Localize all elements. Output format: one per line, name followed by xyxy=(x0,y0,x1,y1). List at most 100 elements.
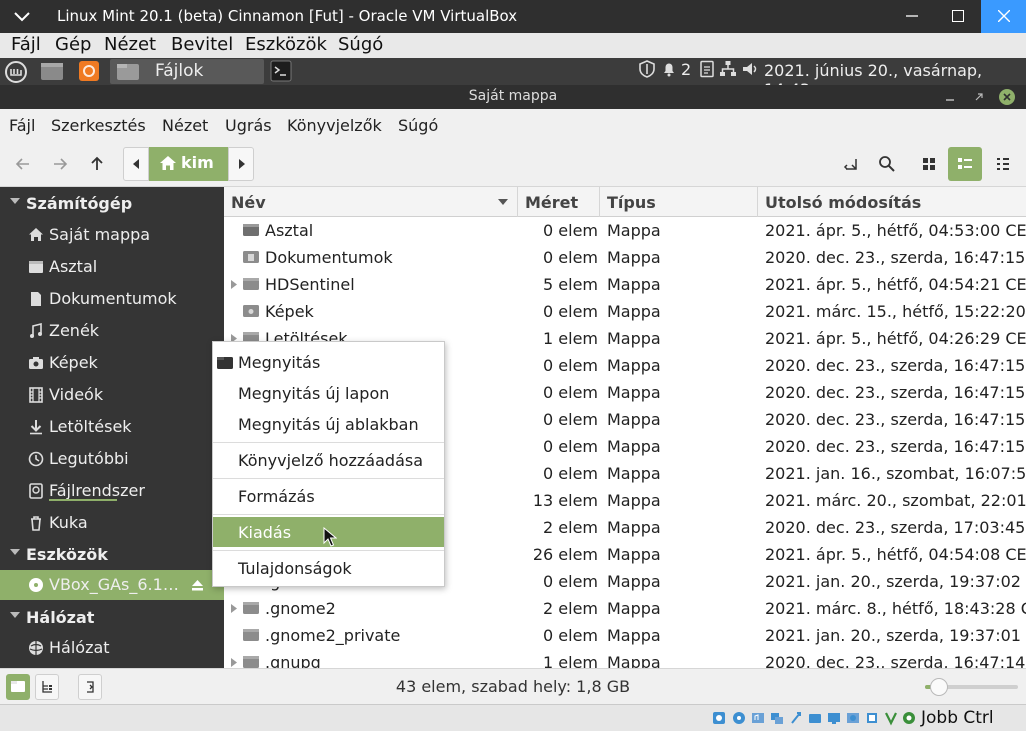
back-button[interactable] xyxy=(9,150,37,178)
column-size[interactable]: Méret xyxy=(518,187,600,217)
chevron-left-icon xyxy=(133,159,139,169)
cpu-icon[interactable] xyxy=(865,710,879,726)
compact-view-button[interactable] xyxy=(989,150,1017,178)
sidebar-item-network[interactable]: Hálózat xyxy=(0,633,224,663)
nemo-menu-edit[interactable]: Szerkesztés xyxy=(51,116,146,135)
optical-drive-icon[interactable] xyxy=(732,710,746,726)
firefox-icon[interactable] xyxy=(78,60,100,82)
terminal-icon[interactable] xyxy=(270,60,292,82)
expander-icon[interactable] xyxy=(231,604,237,613)
menu-view[interactable]: Nézet xyxy=(104,34,156,55)
table-row[interactable]: Dokumentumok 0 elem Mappa 2020. dec. 23., s… xyxy=(224,244,1026,271)
table-row[interactable]: .gnome2_private 0 elem Mappa 2021. jan. 20.… xyxy=(224,622,1026,649)
folder-icon xyxy=(243,278,259,290)
sidebar-item-vbox-disc[interactable]: VBox_GAs_6.1… xyxy=(0,570,224,600)
clipboard-icon[interactable] xyxy=(699,60,715,78)
sidebar-item-10[interactable]: Kuka xyxy=(0,508,224,538)
column-name[interactable]: Név xyxy=(224,187,518,217)
menu-item-open[interactable]: Megnyitás xyxy=(213,347,444,377)
expander-icon[interactable] xyxy=(231,280,237,289)
taskbar-files-window[interactable]: Fájlok xyxy=(110,59,264,84)
column-type[interactable]: Típus xyxy=(600,187,758,217)
nemo-menu-file[interactable]: Fájl xyxy=(9,116,35,135)
nemo-menu-help[interactable]: Súgó xyxy=(398,116,438,135)
maximize-button[interactable] xyxy=(935,0,981,33)
network-icon[interactable] xyxy=(719,60,737,78)
table-row[interactable]: .gnome2 2 elem Mappa 2021. márc. 8., hétfő,… xyxy=(224,595,1026,622)
table-row[interactable]: Képek 0 elem Mappa 2021. márc. 15., hétfő, … xyxy=(224,298,1026,325)
grid-icon xyxy=(923,158,935,170)
shield-icon[interactable] xyxy=(638,60,656,78)
file-modified: 2020. dec. 23., szerda, 16:47:14 CE xyxy=(765,653,1026,668)
close-icon[interactable] xyxy=(998,88,1016,106)
vt-x-icon[interactable] xyxy=(884,710,898,726)
minimize-icon[interactable] xyxy=(941,88,959,106)
zoom-slider-handle[interactable] xyxy=(929,678,948,696)
sidebar-item-3[interactable]: Dokumentumok xyxy=(0,284,224,314)
display-icon[interactable] xyxy=(827,710,841,726)
notification-icon[interactable] xyxy=(660,60,678,78)
nemo-menu-view[interactable]: Nézet xyxy=(162,116,208,135)
file-name: Dokumentumok xyxy=(265,248,393,267)
sidebar-item-8[interactable]: Legutóbbi xyxy=(0,444,224,474)
menu-item-format[interactable]: Formázás xyxy=(213,481,444,511)
file-size: 0 elem xyxy=(543,356,598,375)
breadcrumb-label: kim xyxy=(181,153,214,172)
chevron-down-icon[interactable] xyxy=(10,7,34,27)
shared-folder-icon[interactable] xyxy=(808,710,822,726)
menu-item-properties[interactable]: Tulajdonságok xyxy=(213,553,444,583)
breadcrumb-scroll-left[interactable] xyxy=(123,147,149,181)
list-view-button[interactable] xyxy=(948,147,982,181)
menu-help[interactable]: Súgó xyxy=(338,34,383,55)
sidebar-item-2[interactable]: Asztal xyxy=(0,252,224,282)
menu-item-open-new-window[interactable]: Megnyitás új ablakban xyxy=(213,409,444,439)
sidebar-section-computer[interactable]: Számítógép xyxy=(0,189,224,217)
menu-input[interactable]: Bevitel xyxy=(171,34,233,55)
zoom-slider[interactable] xyxy=(925,678,1018,696)
file-type: Mappa xyxy=(607,491,661,510)
usb-icon[interactable] xyxy=(789,710,803,726)
files-launcher-icon[interactable] xyxy=(40,60,64,82)
file-modified: 2020. dec. 23., szerda, 16:47:15 CE xyxy=(765,356,1026,375)
forward-button[interactable] xyxy=(46,150,74,178)
sidebar-item-5[interactable]: Képek xyxy=(0,348,224,378)
mint-menu-icon[interactable] xyxy=(4,60,28,84)
sidebar-item-7[interactable]: Letöltések xyxy=(0,412,224,442)
search-button[interactable] xyxy=(873,150,901,178)
recording-icon[interactable] xyxy=(846,710,860,726)
network-adapter-icon[interactable] xyxy=(770,710,784,726)
menu-machine[interactable]: Gép xyxy=(55,34,91,55)
icon-view-button[interactable] xyxy=(915,150,943,178)
volume-icon[interactable] xyxy=(741,60,759,78)
column-modified[interactable]: Utolsó módosítás xyxy=(758,187,1026,217)
menu-item-open-new-tab[interactable]: Megnyitás új lapon xyxy=(213,378,444,408)
sidebar-item-6[interactable]: Videók xyxy=(0,380,224,410)
folder-icon xyxy=(243,656,259,668)
breadcrumb-home[interactable]: kim xyxy=(149,147,228,181)
sidebar-item-9[interactable]: Fájlrendszer xyxy=(0,476,224,506)
mouse-integration-icon[interactable] xyxy=(902,710,916,726)
eject-icon[interactable] xyxy=(191,579,204,592)
sidebar-item-1[interactable]: Saját mappa xyxy=(0,220,224,250)
table-row[interactable]: HDSentinel 5 elem Mappa 2021. ápr. 5., hétf… xyxy=(224,271,1026,298)
sidebar-section-network[interactable]: Hálózat xyxy=(0,603,224,631)
sidebar-section-devices[interactable]: Eszközök xyxy=(0,540,224,568)
expander-icon[interactable] xyxy=(231,658,237,667)
table-row[interactable]: Asztal 0 elem Mappa 2021. ápr. 5., hétfő, 0… xyxy=(224,217,1026,244)
hard-disk-icon[interactable] xyxy=(712,710,726,726)
sidebar-item-4[interactable]: Zenék xyxy=(0,316,224,346)
nemo-menu-bookmarks[interactable]: Könyvjelzők xyxy=(287,116,382,135)
breadcrumb-scroll-right[interactable] xyxy=(228,147,254,181)
file-size: 0 elem xyxy=(543,437,598,456)
toggle-location-button[interactable] xyxy=(837,150,865,178)
audio-icon[interactable] xyxy=(751,710,765,726)
menu-item-add-bookmark[interactable]: Könyvjelző hozzáadása xyxy=(213,445,444,475)
menu-devices[interactable]: Eszközök xyxy=(245,34,327,55)
table-row[interactable]: .gnupg 1 elem Mappa 2020. dec. 23., szerda,… xyxy=(224,649,1026,668)
close-button[interactable] xyxy=(981,0,1026,33)
nemo-menu-go[interactable]: Ugrás xyxy=(225,116,272,135)
maximize-icon[interactable] xyxy=(970,88,988,106)
menu-file[interactable]: Fájl xyxy=(11,34,41,55)
up-button[interactable] xyxy=(83,150,111,178)
minimize-button[interactable] xyxy=(889,0,935,33)
